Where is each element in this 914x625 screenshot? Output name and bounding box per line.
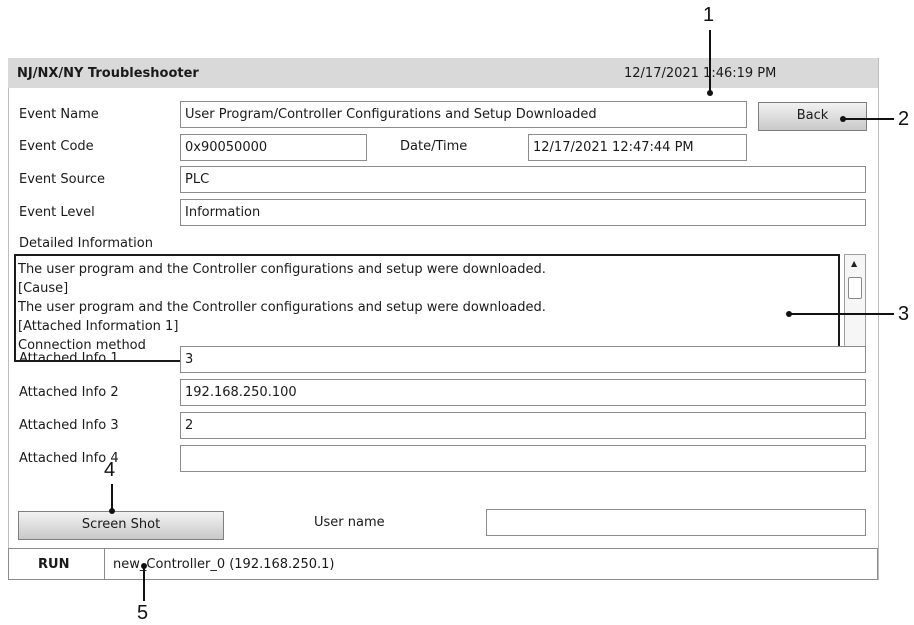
event-source-label: Event Source [19, 172, 106, 187]
event-code-label: Event Code [19, 139, 94, 154]
callout-3-leader [790, 313, 894, 315]
event-name-field: User Program/Controller Configurations a… [180, 101, 747, 128]
attached-info-1-field: 3 [180, 346, 866, 373]
scroll-thumb[interactable] [848, 277, 862, 299]
header-datetime: 12/17/2021 1:46:19 PM [624, 66, 777, 81]
callout-1-dot [707, 90, 713, 96]
screen-shot-button[interactable]: Screen Shot [18, 511, 224, 540]
callout-1: 1 [703, 4, 715, 26]
event-code-field: 0x90050000 [180, 134, 367, 161]
window-title: NJ/NX/NY Troubleshooter [17, 66, 199, 81]
callout-1-leader [709, 30, 711, 92]
detail-line: [Cause] [18, 281, 69, 296]
event-level-field: Information [180, 199, 866, 226]
event-source-field: PLC [180, 166, 866, 193]
detail-line: [Attached Information 1] [18, 319, 179, 334]
event-level-label: Event Level [19, 205, 95, 220]
callout-5-leader [143, 566, 145, 601]
callout-3: 3 [898, 303, 910, 325]
attached-info-3-label: Attached Info 3 [19, 418, 119, 433]
back-button[interactable]: Back [758, 102, 867, 131]
user-name-input[interactable] [486, 509, 866, 536]
attached-info-2-label: Attached Info 2 [19, 385, 119, 400]
detail-line: The user program and the Controller conf… [18, 300, 546, 315]
callout-2-dot [840, 116, 846, 122]
datetime-field: 12/17/2021 12:47:44 PM [528, 134, 747, 161]
callout-4: 4 [104, 459, 116, 481]
callout-4-dot [109, 508, 115, 514]
run-status-badge: RUN [38, 557, 70, 572]
datetime-label: Date/Time [400, 139, 468, 154]
detailed-info-label: Detailed Information [19, 236, 153, 251]
status-divider [104, 548, 105, 580]
event-name-label: Event Name [19, 107, 99, 122]
callout-5: 5 [137, 602, 149, 624]
attached-info-3-field: 2 [180, 412, 866, 439]
scroll-up-icon[interactable]: ▲ [851, 259, 857, 268]
attached-info-2-field: 192.168.250.100 [180, 379, 866, 406]
user-name-label: User name [314, 515, 385, 530]
attached-info-1-label: Attached Info 1 [19, 351, 119, 366]
callout-2-leader [845, 118, 894, 120]
attached-info-4-field [180, 445, 866, 472]
detail-line: The user program and the Controller conf… [18, 262, 546, 277]
callout-2: 2 [898, 108, 910, 130]
callout-3-dot [786, 311, 792, 317]
